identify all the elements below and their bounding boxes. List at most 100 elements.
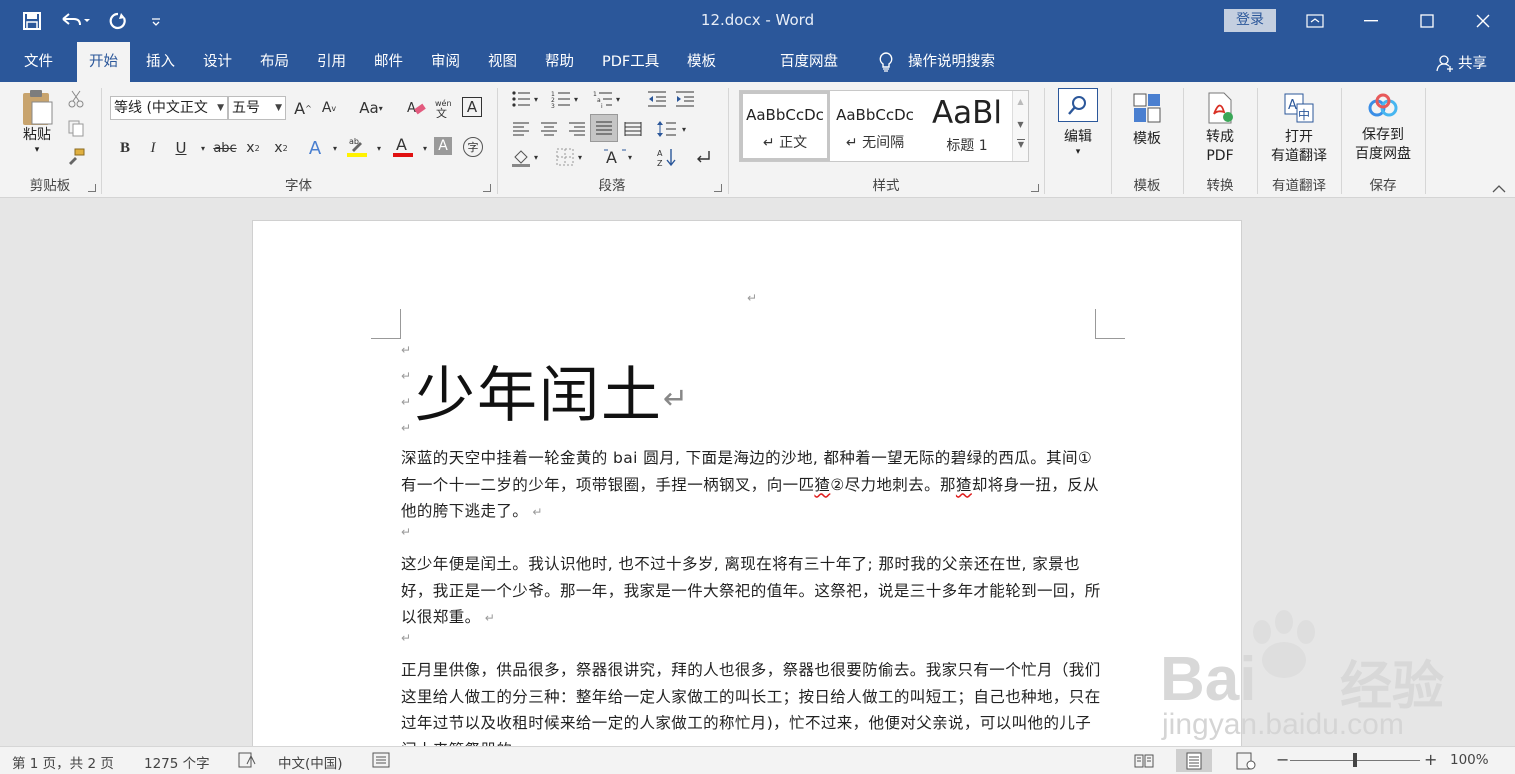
zoom-level[interactable]: 100% <box>1450 752 1489 768</box>
bullets-dropdown-icon[interactable]: ▾ <box>530 88 542 110</box>
strikethrough-icon[interactable]: abc <box>212 137 238 159</box>
proofing-icon[interactable] <box>238 752 256 772</box>
zoom-slider-thumb[interactable] <box>1353 753 1357 767</box>
phonetic-guide-icon[interactable]: wén 文 <box>432 97 454 119</box>
document-paragraph[interactable]: 深蓝的天空中挂着一轮金黄的 bai 圆月, 下面是海边的沙地, 都种着一望无际的… <box>401 445 1101 526</box>
tab-help[interactable]: 帮助 <box>533 42 586 82</box>
maximize-icon[interactable] <box>1399 0 1455 42</box>
tab-review[interactable]: 审阅 <box>419 42 472 82</box>
tab-pdf-tools[interactable]: PDF工具 <box>590 42 671 82</box>
tab-home[interactable]: 开始 <box>77 42 130 82</box>
show-marks-icon[interactable] <box>692 146 714 168</box>
highlight-icon[interactable]: ab <box>346 135 368 157</box>
page-count[interactable]: 第 1 页，共 2 页 <box>12 752 114 772</box>
copy-icon[interactable] <box>65 117 87 139</box>
text-effects-dropdown-icon[interactable]: ▾ <box>324 137 346 159</box>
borders-dropdown-icon[interactable]: ▾ <box>574 146 586 168</box>
document-paragraph[interactable]: 正月里供像，供品很多，祭器很讲究，拜的人也很多，祭器也很要防偷去。我家只有一个忙… <box>401 657 1101 746</box>
macro-icon[interactable] <box>372 752 390 772</box>
borders-icon[interactable] <box>554 146 576 168</box>
styles-launcher-icon[interactable] <box>1031 184 1039 192</box>
minimize-icon[interactable] <box>1343 0 1399 42</box>
spelling-error[interactable]: 猹 <box>814 476 830 494</box>
word-count[interactable]: 1275 个字 <box>144 752 210 772</box>
document-paragraph[interactable]: 这少年便是闰土。我认识他时, 也不过十多岁, 离现在将有三十年了; 那时我的父亲… <box>401 551 1101 632</box>
sort-icon[interactable]: AZ <box>656 146 678 168</box>
line-spacing-icon[interactable] <box>656 118 678 140</box>
line-spacing-dropdown-icon[interactable]: ▾ <box>678 118 690 140</box>
distributed-icon[interactable] <box>622 118 644 140</box>
align-left-icon[interactable] <box>510 118 532 140</box>
numbering-icon[interactable]: 123 <box>550 88 572 110</box>
tab-layout[interactable]: 布局 <box>248 42 301 82</box>
document-area[interactable]: ↵ ↵ ↵ ↵ ↵ 少年闰土↵ 深蓝的天空中挂着一轮金黄的 bai 圆月, 下面… <box>0 198 1515 746</box>
increase-indent-icon[interactable] <box>674 88 696 110</box>
print-layout-icon[interactable] <box>1176 749 1212 772</box>
login-button[interactable]: 登录 <box>1224 9 1276 32</box>
tab-mailings[interactable]: 邮件 <box>362 42 415 82</box>
multilevel-list-icon[interactable]: 1ai <box>592 88 614 110</box>
ribbon-display-icon[interactable] <box>1287 0 1343 42</box>
font-color-dropdown-icon[interactable]: ▾ <box>414 137 436 159</box>
style-no-spacing[interactable]: AaBbCcDc ↵ 无间隔 <box>830 91 920 161</box>
cut-icon[interactable] <box>65 88 87 110</box>
multilevel-dropdown-icon[interactable]: ▾ <box>612 88 624 110</box>
collapse-ribbon-icon[interactable] <box>1488 178 1510 200</box>
tab-insert[interactable]: 插入 <box>134 42 187 82</box>
underline-dropdown-icon[interactable]: ▾ <box>192 137 214 159</box>
font-launcher-icon[interactable] <box>483 184 491 192</box>
shrink-font-icon[interactable]: Av <box>318 97 340 119</box>
close-icon[interactable] <box>1455 0 1511 42</box>
tab-template[interactable]: 模板 <box>675 42 728 82</box>
scroll-down-icon[interactable]: ▼ <box>1013 120 1028 129</box>
underline-icon[interactable]: U <box>170 137 192 159</box>
font-color-icon[interactable]: A <box>392 135 414 157</box>
tab-view[interactable]: 视图 <box>476 42 529 82</box>
paragraph-launcher-icon[interactable] <box>714 184 722 192</box>
numbering-dropdown-icon[interactable]: ▾ <box>570 88 582 110</box>
bullets-icon[interactable] <box>510 88 532 110</box>
zoom-out-icon[interactable]: − <box>1276 750 1289 769</box>
tab-design[interactable]: 设计 <box>191 42 244 82</box>
language[interactable]: 中文(中国) <box>278 752 343 772</box>
tab-baidu-netdisk[interactable]: 百度网盘 <box>768 42 850 82</box>
style-heading-1[interactable]: AaBl 标题 1 <box>922 91 1012 161</box>
align-center-icon[interactable] <box>538 118 560 140</box>
paste-button[interactable]: 粘贴 ▾ <box>14 88 60 155</box>
zoom-in-icon[interactable]: + <box>1424 750 1437 769</box>
text-effects-icon[interactable]: A <box>304 137 326 159</box>
highlight-dropdown-icon[interactable]: ▾ <box>368 137 390 159</box>
format-painter-icon[interactable] <box>65 146 87 168</box>
web-layout-icon[interactable] <box>1228 749 1264 772</box>
font-name-combo[interactable]: 等线 (中文正文 ▼ <box>110 96 228 120</box>
grow-font-icon[interactable]: A ^ <box>292 97 314 119</box>
tab-references[interactable]: 引用 <box>305 42 358 82</box>
scroll-up-icon[interactable]: ▲ <box>1013 97 1028 106</box>
change-case-icon[interactable]: Aa ▾ <box>354 97 388 119</box>
tab-file[interactable]: 文件 <box>12 42 65 82</box>
editing-button[interactable]: 编辑 ▾ <box>1054 88 1102 157</box>
spelling-error[interactable]: 猹 <box>956 476 972 494</box>
decrease-indent-icon[interactable] <box>646 88 668 110</box>
shading-dropdown-icon[interactable]: ▾ <box>530 146 542 168</box>
enclose-characters-icon[interactable]: 字 <box>463 137 483 157</box>
italic-icon[interactable]: I <box>142 137 164 159</box>
share-button[interactable]: 共享 <box>1436 52 1487 73</box>
chinese-layout-dropdown-icon[interactable]: ▾ <box>624 146 636 168</box>
convert-pdf-button[interactable]: 转成 PDF <box>1196 92 1244 166</box>
document-page[interactable]: ↵ ↵ ↵ ↵ ↵ 少年闰土↵ 深蓝的天空中挂着一轮金黄的 bai 圆月, 下面… <box>252 220 1242 746</box>
clear-formatting-icon[interactable]: A <box>405 97 427 119</box>
template-button[interactable]: 模板 <box>1122 92 1172 149</box>
styles-gallery-scroll[interactable]: ▲ ▼ ▼ <box>1012 91 1028 161</box>
shading-icon[interactable] <box>510 146 532 168</box>
tell-me-search[interactable]: 操作说明搜索 <box>866 42 1007 82</box>
justify-icon[interactable] <box>590 114 618 142</box>
font-size-combo[interactable]: 五号 ▼ <box>228 96 286 120</box>
clipboard-launcher-icon[interactable] <box>88 184 96 192</box>
read-mode-icon[interactable] <box>1126 749 1162 772</box>
gallery-more-icon[interactable]: ▼ <box>1017 139 1025 149</box>
save-to-baidu-button[interactable]: 保存到 百度网盘 <box>1348 92 1418 164</box>
chinese-layout-icon[interactable]: A <box>604 146 626 168</box>
character-shading-icon[interactable]: A <box>434 137 452 155</box>
document-title[interactable]: 少年闰土↵ <box>415 361 690 434</box>
